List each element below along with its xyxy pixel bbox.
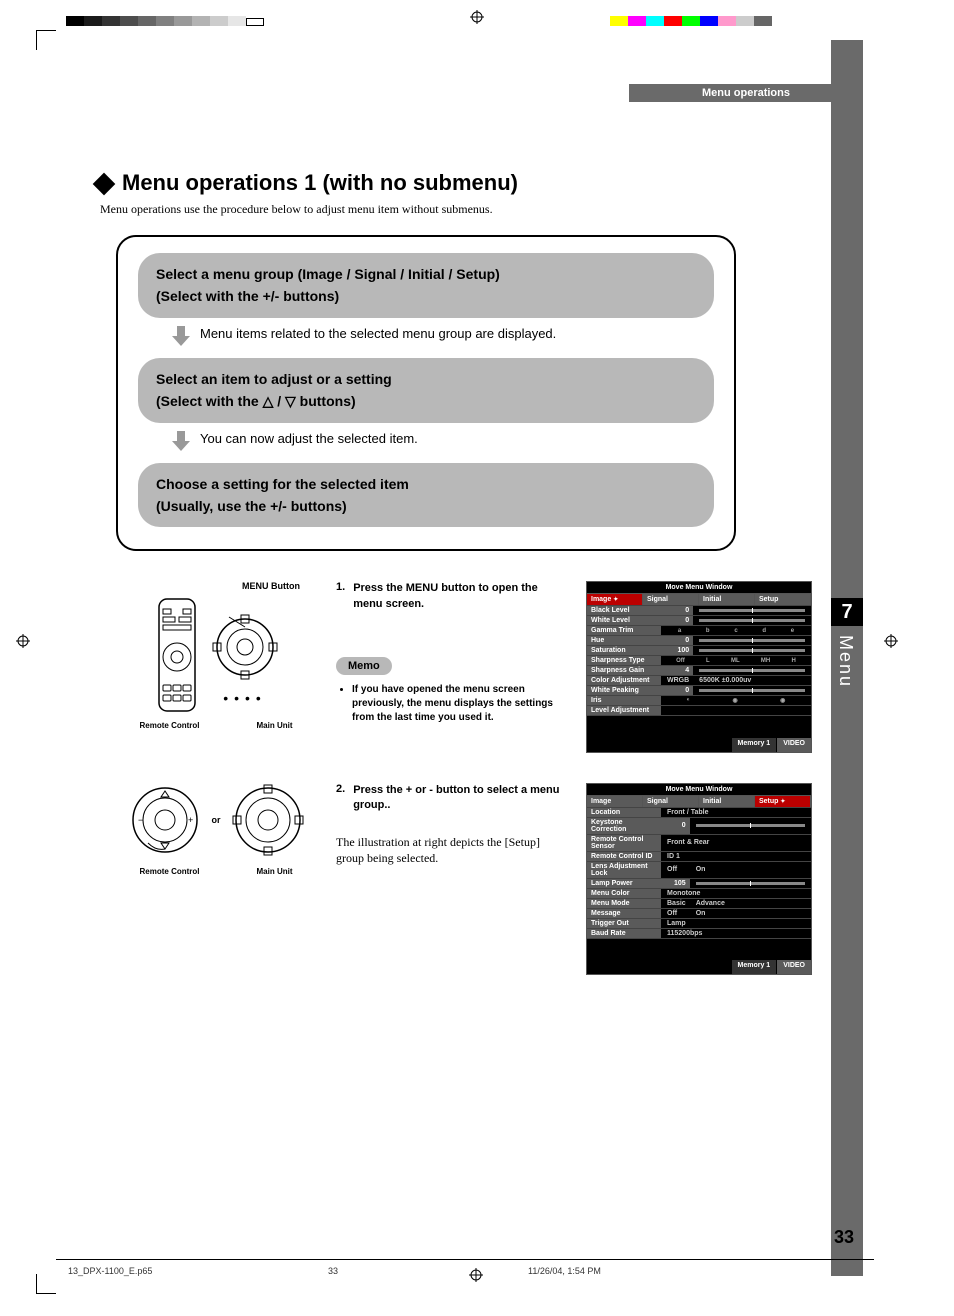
svg-text:+: + [188, 815, 193, 825]
page-title: Menu operations 1 (with no submenu) [122, 170, 518, 196]
step-2-box: Select an item to adjust or a setting (S… [138, 358, 714, 423]
instruction-2: 2. Press the + or - button to select a m… [336, 783, 566, 814]
main-unit-caption: Main Unit [257, 721, 293, 730]
illustration-text: The illustration at right depicts the [S… [336, 834, 566, 868]
instruction-1: 1. Press the MENU button to open the men… [336, 581, 566, 612]
arrow-down-icon [170, 324, 192, 348]
diamond-bullet-icon [93, 173, 116, 196]
step-3-box: Choose a setting for the selected item (… [138, 463, 714, 528]
step-1-note: Menu items related to the selected menu … [200, 324, 556, 341]
remote-control-icon [153, 595, 201, 715]
remote-caption: Remote Control [140, 721, 200, 730]
registration-mark [16, 634, 30, 648]
svg-text:−: − [138, 815, 143, 825]
memo-list: If you have opened the menu screen previ… [336, 683, 566, 725]
registration-mark [470, 10, 484, 24]
crop-mark [36, 1274, 56, 1294]
remote-dial-icon: − + [128, 783, 202, 857]
page-number: 33 [834, 1227, 854, 1248]
color-bar [610, 13, 772, 31]
remote-caption: Remote Control [140, 867, 200, 876]
steps-panel: Select a menu group (Image / Signal / In… [116, 235, 736, 551]
osd-menu-image: Move Menu WindowImage ✦SignalInitialSetu… [586, 581, 812, 753]
step-1-box: Select a menu group (Image / Signal / In… [138, 253, 714, 318]
main-unit-dial-icon [211, 613, 279, 681]
step-2-note: You can now adjust the selected item. [200, 429, 418, 446]
page-content: Menu operations 1 (with no submenu) Menu… [96, 170, 836, 1005]
footer-rule [56, 1259, 874, 1260]
main-unit-caption: Main Unit [257, 867, 293, 876]
menu-button-label: MENU Button [116, 581, 300, 591]
or-label: or [212, 815, 221, 825]
device-figure-bottom: − + or Remote [116, 783, 316, 876]
arrow-down-icon [170, 429, 192, 453]
memo-badge: Memo [336, 657, 392, 675]
section-header: Menu operations [629, 84, 863, 102]
footer-meta: 13_DPX-1100_E.p65 33 11/26/04, 1:54 PM [68, 1266, 864, 1276]
main-unit-dial-icon [231, 783, 305, 857]
crop-mark [36, 30, 56, 50]
intro-text: Menu operations use the procedure below … [100, 202, 836, 217]
device-figure-top: MENU Button [116, 581, 316, 730]
chapter-label: Menu [835, 635, 856, 688]
registration-mark [884, 634, 898, 648]
grayscale-bar [66, 13, 264, 31]
dots-icon: •••• [211, 690, 279, 706]
osd-menu-setup: Move Menu WindowImageSignalInitialSetup … [586, 783, 812, 976]
